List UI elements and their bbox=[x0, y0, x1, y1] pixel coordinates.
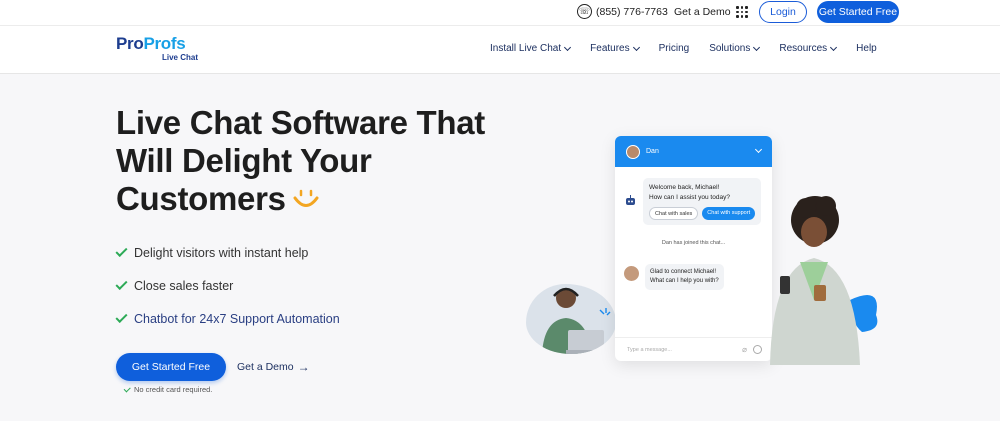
attachment-icon[interactable]: ⌀ bbox=[742, 345, 747, 354]
check-icon bbox=[115, 310, 128, 323]
chat-with-sales-button[interactable]: Chat with sales bbox=[649, 207, 699, 220]
chevron-down-icon bbox=[830, 43, 838, 51]
arrow-right-icon: → bbox=[297, 360, 310, 374]
hero-title: Live Chat Software That Will Delight You… bbox=[116, 104, 485, 217]
bot-message-row: Welcome back, Michael! How can I assist … bbox=[624, 178, 761, 225]
chat-widget-preview: Dan Welcome back, Michael! How can I ass… bbox=[615, 136, 772, 361]
brand-logo[interactable]: ProProfs Live Chat bbox=[116, 35, 198, 62]
chat-with-support-button[interactable]: Chat with support bbox=[702, 207, 756, 220]
feature-list: Delight visitors with instant help Close… bbox=[115, 236, 340, 335]
nav-menu: Install Live Chat Features Pricing Solut… bbox=[490, 43, 877, 54]
bot-message-bubble: Welcome back, Michael! How can I assist … bbox=[643, 178, 761, 225]
feature-item: Close sales faster bbox=[115, 269, 340, 302]
top-get-demo-link[interactable]: Get a Demo bbox=[674, 6, 731, 18]
emoji-icon[interactable] bbox=[753, 345, 762, 354]
no-credit-card-note: No credit card required. bbox=[123, 385, 212, 394]
nav-item-resources[interactable]: Resources bbox=[779, 43, 838, 54]
phone-icon: ☏ bbox=[577, 4, 592, 19]
logo-subtitle: Live Chat bbox=[162, 53, 199, 62]
feature-item: Delight visitors with instant help bbox=[115, 236, 340, 269]
nav-item-features[interactable]: Features bbox=[590, 43, 640, 54]
sparkle-icon bbox=[599, 308, 611, 316]
agent-avatar bbox=[626, 144, 640, 159]
logo-text-profs: Profs bbox=[143, 34, 186, 53]
agent-message-row: Glad to connect Michael! What can I help… bbox=[624, 264, 724, 290]
check-icon bbox=[115, 244, 128, 257]
chat-message-input[interactable]: Type a message... bbox=[627, 347, 742, 353]
woman-with-phone-illustration bbox=[770, 190, 882, 365]
agent-avatar bbox=[624, 266, 639, 281]
check-icon bbox=[123, 385, 131, 392]
nav-item-install-live-chat[interactable]: Install Live Chat bbox=[490, 43, 572, 54]
chat-header: Dan bbox=[615, 136, 772, 167]
nav-item-solutions[interactable]: Solutions bbox=[709, 43, 761, 54]
phone-number: (855) 776-7763 bbox=[596, 5, 668, 18]
agent-message-bubble: Glad to connect Michael! What can I help… bbox=[645, 264, 724, 290]
logo-text-pro: Pro bbox=[116, 34, 144, 53]
feature-item: Chatbot for 24x7 Support Automation bbox=[115, 302, 340, 335]
chat-composer[interactable]: Type a message... ⌀ bbox=[615, 337, 772, 361]
chat-agent-name: Dan bbox=[646, 148, 659, 155]
get-demo-link[interactable]: Get a Demo → bbox=[237, 360, 310, 374]
chevron-down-icon bbox=[753, 43, 761, 51]
smile-icon bbox=[293, 190, 319, 208]
main-navbar: ProProfs Live Chat Install Live Chat Fea… bbox=[0, 26, 1000, 74]
robot-icon bbox=[626, 195, 635, 205]
top-bar: ☏ (855) 776-7763 Get a Demo Login Get St… bbox=[0, 0, 1000, 26]
chevron-down-icon bbox=[632, 43, 640, 51]
apps-grid-icon[interactable] bbox=[736, 6, 748, 18]
chevron-down-icon bbox=[564, 43, 572, 51]
nav-item-pricing[interactable]: Pricing bbox=[659, 43, 690, 54]
login-button[interactable]: Login bbox=[759, 1, 807, 23]
nav-item-help[interactable]: Help bbox=[856, 43, 877, 54]
system-message: Dan has joined this chat... bbox=[661, 240, 726, 246]
top-get-started-button[interactable]: Get Started Free bbox=[817, 1, 899, 23]
get-started-button[interactable]: Get Started Free bbox=[116, 353, 226, 381]
chevron-down-icon bbox=[754, 145, 763, 154]
phone-link[interactable]: ☏ (855) 776-7763 bbox=[577, 4, 668, 19]
check-icon bbox=[115, 277, 128, 290]
